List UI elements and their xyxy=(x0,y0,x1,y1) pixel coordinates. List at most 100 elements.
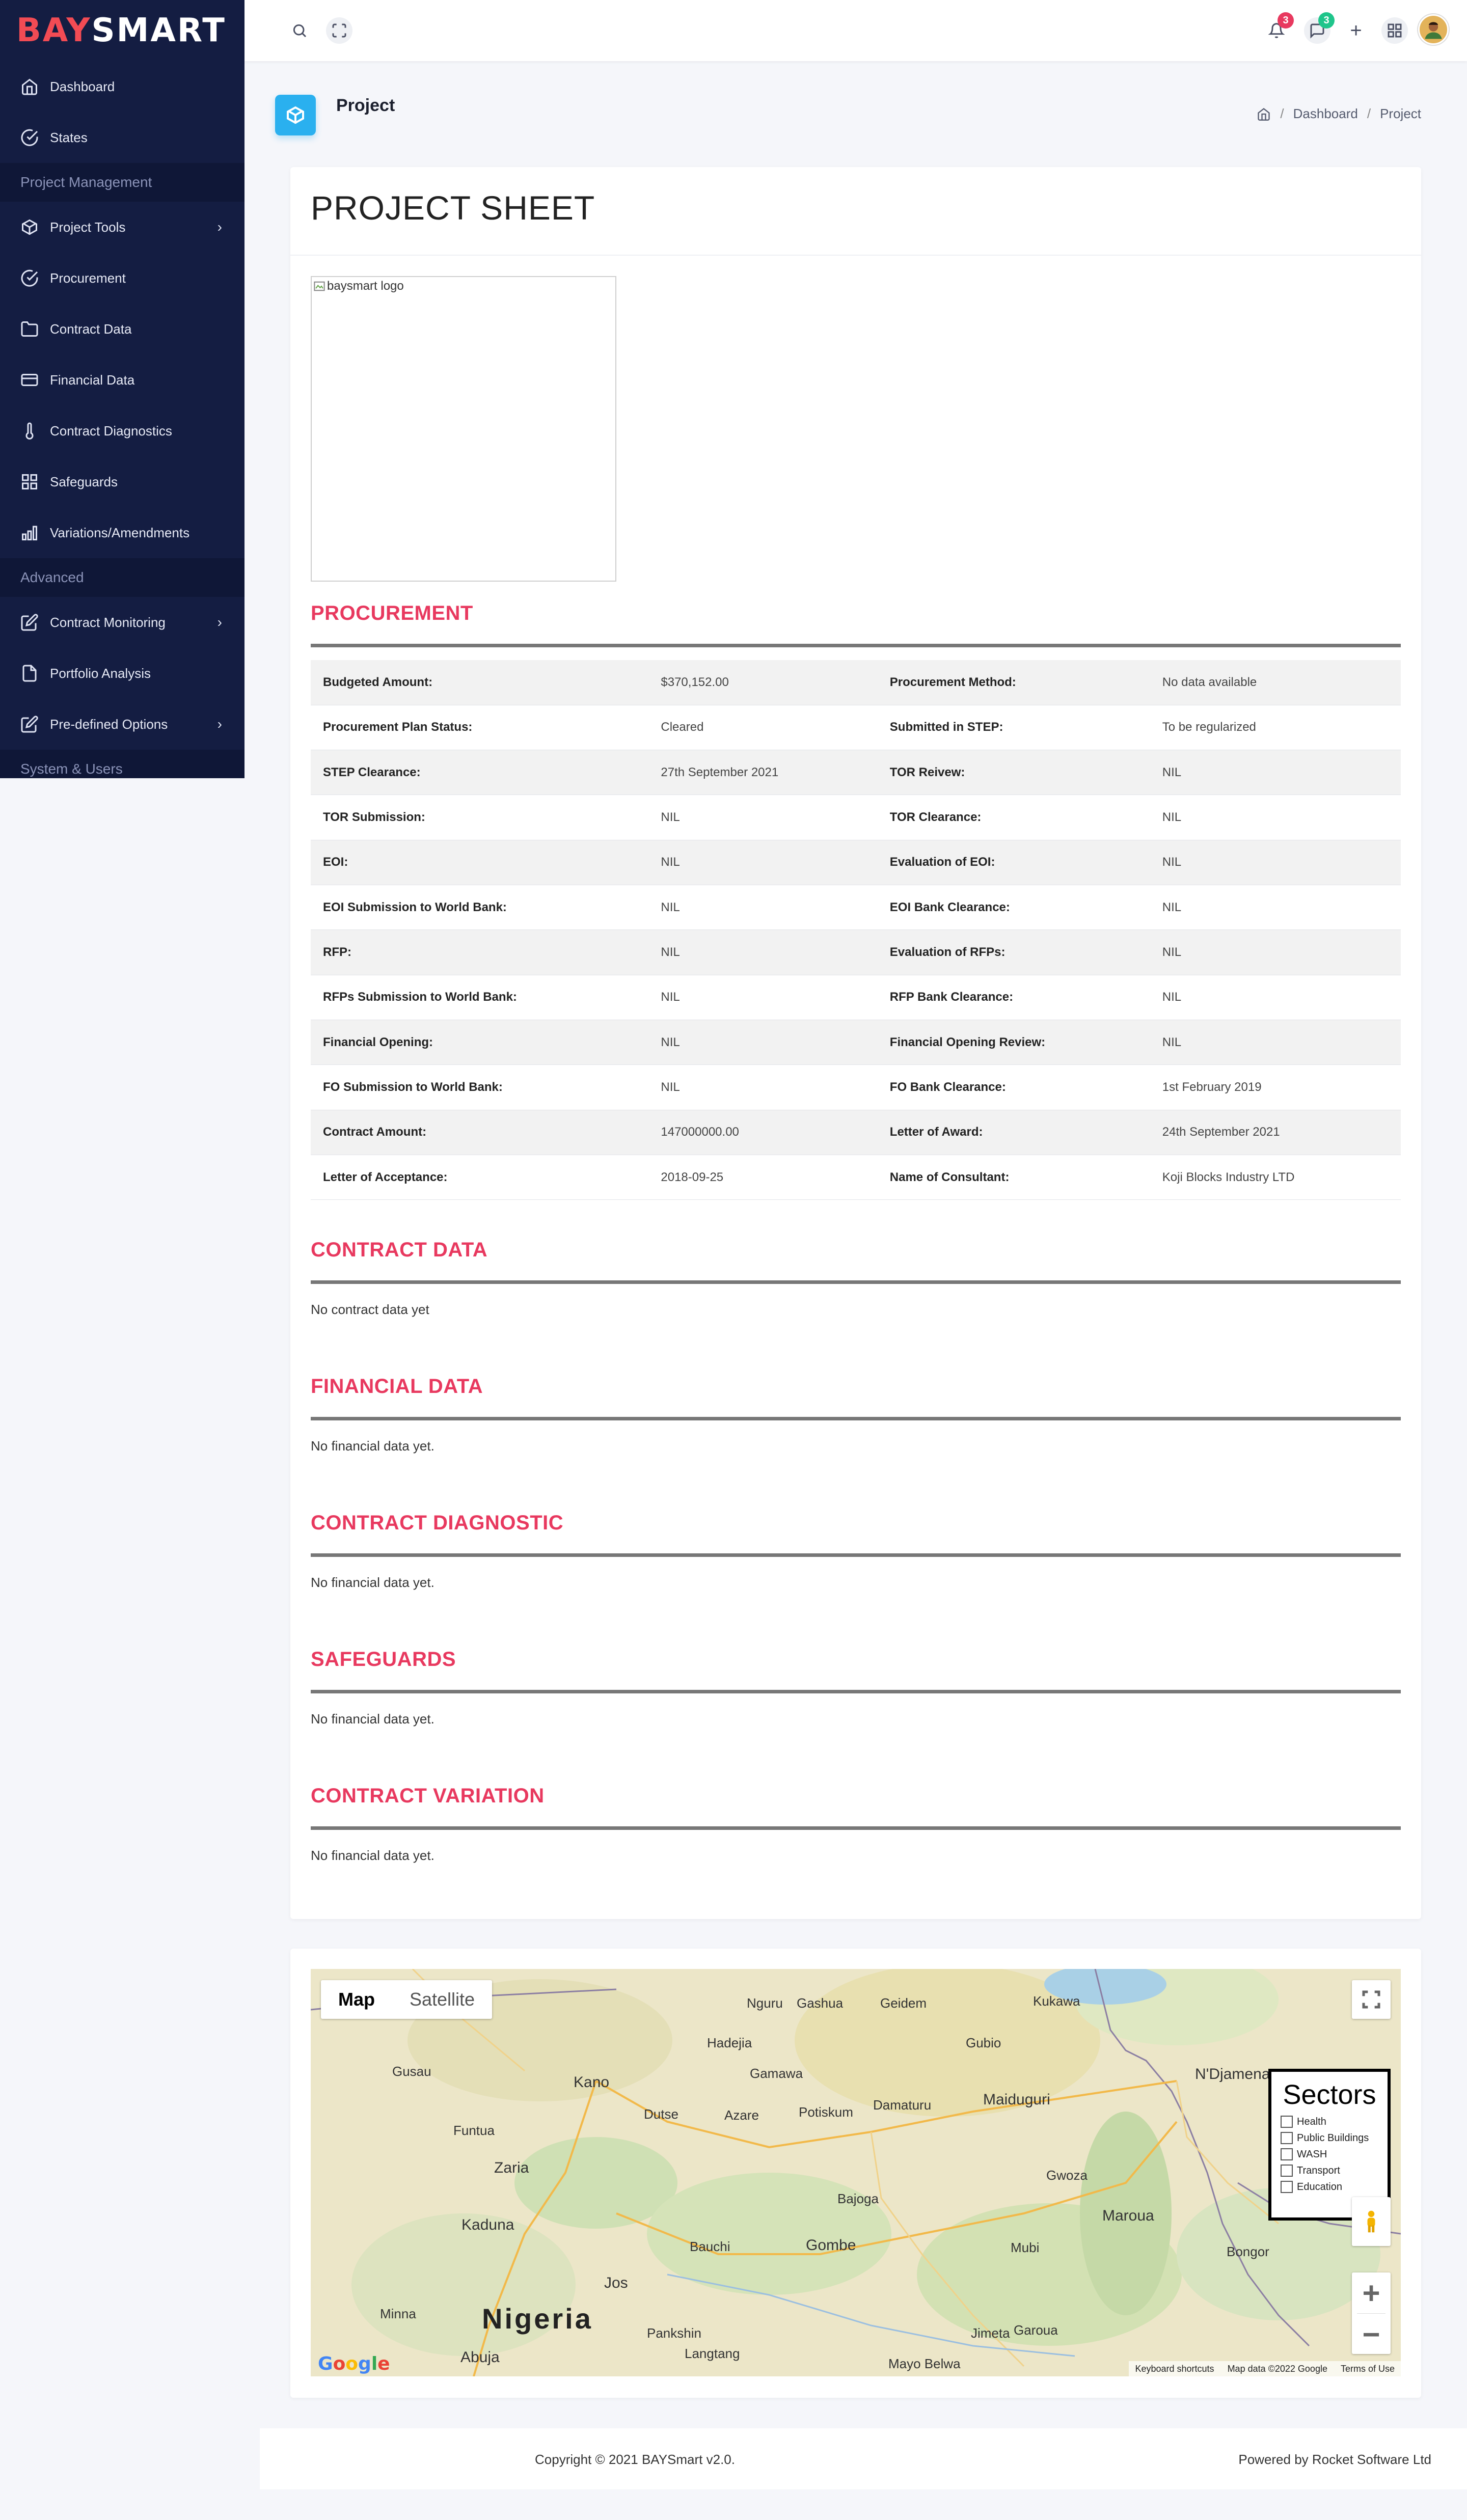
checkbox[interactable] xyxy=(1281,2132,1293,2144)
section-title-contract-diagnostic: CONTRACT DIAGNOSTIC xyxy=(311,1512,564,1534)
sector-checkbox-transport[interactable]: Transport xyxy=(1281,2162,1378,2179)
table-cell-value: No data available xyxy=(1150,660,1401,705)
terms-of-use-link[interactable]: Terms of Use xyxy=(1341,2364,1395,2374)
map-label-langtang: Langtang xyxy=(685,2346,740,2361)
zoom-in-button[interactable]: + xyxy=(1352,2272,1391,2313)
notifications-button[interactable]: 3 xyxy=(1263,12,1294,44)
sidebar-item-contract-monitoring[interactable]: Contract Monitoring › xyxy=(0,597,244,648)
zoom-out-button[interactable]: − xyxy=(1352,2314,1391,2354)
table-cell-value: 147000000.00 xyxy=(648,1110,878,1156)
messages-button[interactable]: 3 xyxy=(1304,12,1335,44)
brand-logo[interactable]: BAY SMART xyxy=(0,0,244,61)
home-icon[interactable] xyxy=(1257,107,1271,121)
copyright-text: Copyright © 2021 BAYSmart v2.0. xyxy=(535,2452,735,2467)
table-cell-label: TOR Submission: xyxy=(311,795,649,840)
section-title-procurement: PROCUREMENT xyxy=(311,602,473,624)
keyboard-shortcuts-link[interactable]: Keyboard shortcuts xyxy=(1135,2364,1214,2374)
box-icon xyxy=(287,106,304,124)
edit-icon xyxy=(21,614,38,631)
table-cell-value: NIL xyxy=(648,929,878,975)
map-label-maiduguri: Maiduguri xyxy=(983,2091,1050,2108)
sector-checkbox-health[interactable]: Health xyxy=(1281,2114,1378,2130)
user-avatar[interactable] xyxy=(1418,14,1449,45)
map-label-mubi: Mubi xyxy=(1011,2240,1040,2255)
sidebar-item-label: Variations/Amendments xyxy=(50,525,190,540)
table-row: Financial Opening: NIL Financial Opening R… xyxy=(311,1020,1401,1065)
table-cell-label: EOI Bank Clearance: xyxy=(877,885,1150,930)
table-cell-value: NIL xyxy=(648,840,878,886)
table-cell-label: Evaluation of EOI: xyxy=(877,840,1150,886)
map-type-map-button[interactable]: Map xyxy=(321,1980,392,2019)
map-label-funtua: Funtua xyxy=(453,2123,495,2138)
procurement-table: Budgeted Amount: $370,152.00 Procurement M… xyxy=(311,660,1401,1200)
sidebar-item-variations-amendments[interactable]: Variations/Amendments xyxy=(0,507,244,558)
add-button[interactable]: + xyxy=(1343,17,1369,44)
sector-label: Health xyxy=(1297,2116,1326,2127)
broken-image: baysmart logo xyxy=(314,279,404,293)
sidebar-item-label: Portfolio Analysis xyxy=(50,665,151,681)
project-sheet-card: PROJECT SHEET baysmart logo PROCUREMENT … xyxy=(290,167,1421,1919)
map-fullscreen-button[interactable] xyxy=(1352,1980,1391,2019)
sidebar-item-label: Procurement xyxy=(50,270,126,286)
sidebar-item-contract-data[interactable]: Contract Data xyxy=(0,304,244,354)
sidebar-item-portfolio-analysis[interactable]: Portfolio Analysis xyxy=(0,648,244,699)
sidebar-item-states[interactable]: States xyxy=(0,112,244,163)
map-label-kano: Kano xyxy=(574,2074,610,2091)
sidebar-item-label: Safeguards xyxy=(50,474,118,489)
table-cell-value: Koji Blocks Industry LTD xyxy=(1150,1155,1401,1200)
page-title: Project xyxy=(336,96,395,115)
sector-label: Transport xyxy=(1297,2165,1340,2176)
home-icon xyxy=(22,78,37,95)
table-row: FO Submission to World Bank: NIL FO Bank C… xyxy=(311,1064,1401,1110)
edit-icon xyxy=(21,716,38,733)
checkbox[interactable] xyxy=(1281,2165,1293,2177)
apps-button[interactable] xyxy=(1381,17,1408,44)
map-label-jos: Jos xyxy=(604,2275,628,2291)
map-label-gombe: Gombe xyxy=(806,2237,856,2254)
table-cell-label: Evaluation of RFPs: xyxy=(877,929,1150,975)
table-row: EOI Submission to World Bank: NIL EOI Bank… xyxy=(311,885,1401,930)
sidebar-item-procurement[interactable]: Procurement xyxy=(0,253,244,304)
checkbox[interactable] xyxy=(1281,2148,1293,2160)
grid-icon xyxy=(1388,23,1402,38)
table-row: Letter of Acceptance: 2018-09-25 Name of C… xyxy=(311,1155,1401,1200)
map-label-nguru: Nguru xyxy=(747,1995,783,2011)
sidebar-item-dashboard[interactable]: Dashboard xyxy=(0,61,244,112)
sector-label: Public Buildings xyxy=(1297,2132,1369,2144)
contract-variation-empty-text: No financial data yet. xyxy=(311,1848,434,1863)
sidebar-item-label: Project Tools xyxy=(50,219,126,235)
brand-part2: SMART xyxy=(91,12,226,49)
sidebar-item-financial-data[interactable]: Financial Data xyxy=(0,354,244,405)
map-label-bauchi: Bauchi xyxy=(690,2239,730,2254)
fullscreen-icon xyxy=(1362,1990,1380,2009)
sidebar-section-advanced: Advanced xyxy=(0,558,244,597)
table-cell-value: NIL xyxy=(1150,750,1401,796)
sidebar-item-project-tools[interactable]: Project Tools › xyxy=(0,202,244,253)
sidebar-item-safeguards[interactable]: Safeguards xyxy=(0,456,244,507)
breadcrumb-dashboard[interactable]: Dashboard xyxy=(1293,106,1358,122)
check-circle-icon xyxy=(21,129,38,146)
top-header: 3 3 + xyxy=(244,0,1467,61)
project-sheet-title: PROJECT SHEET xyxy=(311,189,595,227)
section-rule xyxy=(311,1826,1401,1830)
sector-checkbox-education[interactable]: Education xyxy=(1281,2179,1378,2195)
sidebar-item-predefined-options[interactable]: Pre-defined Options › xyxy=(0,699,244,750)
street-view-pegman[interactable] xyxy=(1352,2197,1391,2246)
breadcrumb-separator: / xyxy=(1280,106,1284,121)
checkbox[interactable] xyxy=(1281,2181,1293,2193)
breadcrumb: / Dashboard / Project xyxy=(1257,106,1421,122)
map-type-satellite-button[interactable]: Satellite xyxy=(392,1980,492,2019)
google-map[interactable]: Kano Zaria Kaduna Jos Bauchi Gombe Damat… xyxy=(311,1969,1401,2376)
sector-checkbox-wash[interactable]: WASH xyxy=(1281,2146,1378,2162)
checkbox[interactable] xyxy=(1281,2116,1293,2128)
map-label-geidem: Geidem xyxy=(880,1995,927,2011)
search-button[interactable] xyxy=(286,17,313,44)
avatar-face-icon xyxy=(1425,22,1442,39)
sector-label: WASH xyxy=(1297,2148,1327,2160)
table-cell-label: STEP Clearance: xyxy=(311,750,649,796)
fullscreen-button[interactable] xyxy=(326,17,352,44)
thermometer-icon xyxy=(25,422,34,440)
sector-checkbox-public-buildings[interactable]: Public Buildings xyxy=(1281,2130,1378,2146)
map-zoom-control: + − xyxy=(1352,2272,1391,2354)
sidebar-item-contract-diagnostics[interactable]: Contract Diagnostics xyxy=(0,405,244,456)
